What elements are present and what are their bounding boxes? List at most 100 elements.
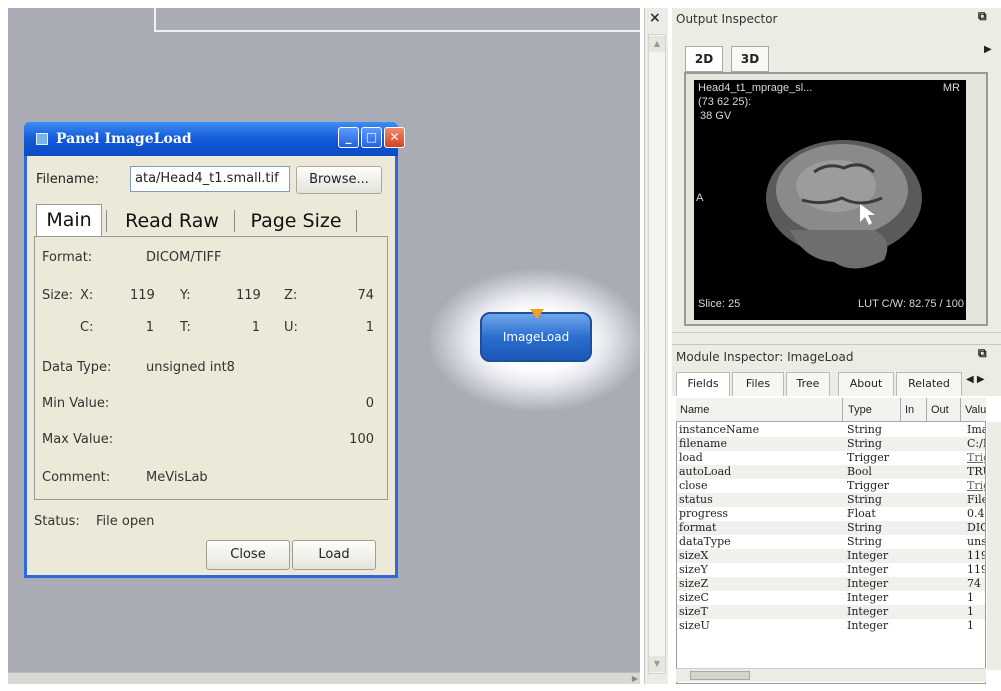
table-row[interactable]: load Trigger Trig <box>677 451 985 465</box>
tab-files[interactable]: Files <box>732 372 784 396</box>
tab-separator <box>356 210 357 232</box>
column-divider <box>960 398 961 422</box>
maximize-button[interactable]: □ <box>361 127 382 148</box>
field-type: Bool <box>847 465 872 478</box>
field-name: sizeC <box>679 591 709 604</box>
imageload-module[interactable]: ImageLoad <box>480 312 592 362</box>
field-name: load <box>679 451 703 464</box>
datatype-value: unsigned int8 <box>146 360 235 375</box>
field-name: progress <box>679 507 729 520</box>
datatype-label: Data Type: <box>42 360 112 375</box>
table-row[interactable]: progress Float 0.4 <box>677 507 985 521</box>
comment-value: MeVisLab <box>146 470 208 485</box>
table-row[interactable]: sizeY Integer 119 <box>677 563 985 577</box>
table-row[interactable]: status String File <box>677 493 985 507</box>
field-value: 0.4 <box>967 507 985 520</box>
min-value-label: Min Value: <box>42 396 110 411</box>
table-row[interactable]: sizeT Integer 1 <box>677 605 985 619</box>
tab-separator <box>234 210 235 232</box>
scroll-thumb[interactable] <box>690 671 750 680</box>
tab-scroll-right-icon[interactable]: ▶ <box>984 44 992 55</box>
field-name: sizeX <box>679 549 709 562</box>
x-value: 119 <box>130 288 155 303</box>
undock-icon[interactable]: ⧉ <box>978 9 987 24</box>
viewer-lut: LUT C/W: 82.75 / 100 <box>858 298 964 310</box>
table-row[interactable]: instanceName String Ima <box>677 423 985 437</box>
column-header-type[interactable]: Type <box>848 404 872 416</box>
filename-label: Filename: <box>36 172 100 187</box>
canvas-vertical-scrollbar[interactable] <box>648 34 666 674</box>
table-row[interactable]: filename String C:/I <box>677 437 985 451</box>
table-row[interactable]: sizeX Integer 119 <box>677 549 985 563</box>
tab-about[interactable]: About <box>838 372 894 396</box>
panel-divider[interactable] <box>672 332 1001 344</box>
c-value: 1 <box>145 320 154 335</box>
table-row[interactable]: dataType String uns <box>677 535 985 549</box>
field-value: 1 <box>967 591 974 604</box>
z-value: 74 <box>357 288 374 303</box>
canvas-horizontal-scrollbar[interactable]: ▶ <box>8 672 640 684</box>
tab-read-raw[interactable]: Read Raw <box>114 206 230 236</box>
field-type: String <box>847 535 882 548</box>
minimize-button[interactable]: _ <box>338 127 359 148</box>
field-type: Integer <box>847 549 889 562</box>
close-button[interactable]: Close <box>206 540 290 570</box>
close-canvas-icon[interactable]: × <box>649 10 661 26</box>
table-row[interactable]: sizeZ Integer 74 <box>677 577 985 591</box>
table-row[interactable]: sizeU Integer 1 <box>677 619 985 633</box>
tab-tree[interactable]: Tree <box>786 372 830 396</box>
load-button[interactable]: Load <box>292 540 376 570</box>
table-horizontal-scrollbar[interactable] <box>676 668 986 682</box>
table-row[interactable]: autoLoad Bool TRU <box>677 465 985 479</box>
column-header-value[interactable]: Valu <box>965 404 986 416</box>
close-window-button[interactable]: ✕ <box>384 127 405 148</box>
format-label: Format: <box>42 250 93 265</box>
tab-page-size[interactable]: Page Size <box>240 206 352 236</box>
tab-main[interactable]: Main <box>36 204 102 236</box>
field-value: uns <box>967 535 985 548</box>
tab-separator <box>106 210 107 232</box>
column-header-name[interactable]: Name <box>680 404 709 416</box>
field-type: Integer <box>847 577 889 590</box>
table-vertical-scrollbar[interactable] <box>987 422 1001 670</box>
field-name: sizeT <box>679 605 708 618</box>
field-value: TRU <box>967 465 985 478</box>
scroll-down-icon[interactable]: ▼ <box>649 656 665 672</box>
scroll-right-icon[interactable]: ▶ <box>632 674 638 683</box>
z-label: Z: <box>284 288 298 303</box>
y-value: 119 <box>236 288 261 303</box>
viewer-modality: MR <box>942 82 960 94</box>
field-value: C:/I <box>967 437 985 450</box>
filename-input[interactable]: ata/Head4_t1.small.tif <box>130 166 290 192</box>
tab-related[interactable]: Related <box>896 372 962 396</box>
undock-icon[interactable]: ⧉ <box>978 346 987 361</box>
comment-label: Comment: <box>42 470 111 485</box>
field-type: Integer <box>847 619 889 632</box>
field-value: Ima <box>967 423 985 436</box>
module-input-connector[interactable] <box>530 309 544 319</box>
column-divider <box>842 398 843 422</box>
table-row[interactable]: format String DIC <box>677 521 985 535</box>
dialog-titlebar[interactable]: Panel ImageLoad _ □ ✕ <box>24 122 405 156</box>
fields-table-body: instanceNameStringImafilenameStringC:/Il… <box>677 423 985 633</box>
table-row[interactable]: sizeC Integer 1 <box>677 591 985 605</box>
column-header-in[interactable]: In <box>905 404 914 416</box>
column-divider <box>900 398 901 422</box>
tab-3d[interactable]: 3D <box>731 46 769 72</box>
tab-nav-icon[interactable]: ◀ ▶ <box>966 374 985 385</box>
column-divider <box>926 398 927 422</box>
tab-2d[interactable]: 2D <box>685 46 723 72</box>
canvas-tab[interactable] <box>8 8 156 32</box>
field-type: Integer <box>847 591 889 604</box>
field-name: filename <box>679 437 727 450</box>
field-type: String <box>847 423 882 436</box>
table-row[interactable]: close Trigger Trig <box>677 479 985 493</box>
image-viewer-2d[interactable]: Head4_t1_mprage_sl... MR (73 62 25): 38 … <box>694 80 966 320</box>
browse-button[interactable]: Browse... <box>296 166 382 194</box>
tab-fields[interactable]: Fields <box>676 372 730 396</box>
field-name: sizeU <box>679 619 710 632</box>
status-value: File open <box>96 514 155 529</box>
field-value: Trig <box>967 451 985 464</box>
scroll-up-icon[interactable]: ▲ <box>649 36 665 52</box>
column-header-out[interactable]: Out <box>931 404 949 416</box>
